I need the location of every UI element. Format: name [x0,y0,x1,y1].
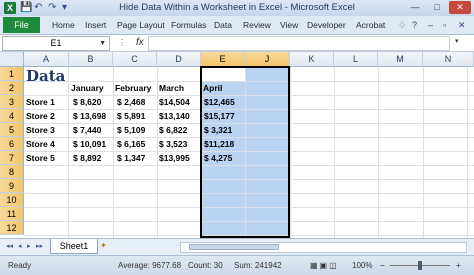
row-header-12[interactable]: 12 [0,221,24,235]
expand-formula-bar-icon[interactable]: ▾ [455,37,459,45]
january-value[interactable]: $ 10,091 [73,137,106,151]
column-header-b[interactable]: B [69,52,113,67]
january-value[interactable]: $ 13,698 [73,109,106,123]
row-header-3[interactable]: 3 [0,95,24,109]
window-title: Hide Data Within a Worksheet in Excel - … [119,2,355,13]
scrollbar-thumb[interactable] [189,244,279,250]
horizontal-scrollbar[interactable] [180,242,467,253]
header-january[interactable]: January [71,81,104,95]
january-value[interactable]: $ 8,892 [73,151,101,165]
status-sum: Sum: 241942 [234,261,282,270]
chevron-down-icon[interactable]: ▼ [99,37,106,50]
row-header-6[interactable]: 6 [0,137,24,151]
sheet-tab-bar: ◂◂ ◂ ▸ ▸▸ Sheet1 ✦ [0,238,474,255]
row-header-5[interactable]: 5 [0,123,24,137]
store-label[interactable]: Store 4 [26,137,55,151]
february-value[interactable]: $ 1,347 [117,151,145,165]
workbook-minimize-icon[interactable]: – [428,18,433,32]
minimize-button[interactable]: — [404,1,426,14]
tab-review[interactable]: Review [243,18,271,32]
tab-data[interactable]: Data [214,18,232,32]
column-header-c[interactable]: C [113,52,157,67]
insert-function-icon[interactable]: fx [136,36,144,49]
tab-home[interactable]: Home [52,18,75,32]
tab-insert[interactable]: Insert [85,18,106,32]
march-value[interactable]: $13,995 [159,151,190,165]
tab-view[interactable]: View [280,18,298,32]
row-header-2[interactable]: 2 [0,81,24,95]
column-header-m[interactable]: M [378,52,423,67]
select-all-corner[interactable] [0,52,24,67]
column-header-n[interactable]: N [423,52,474,67]
column-header-j[interactable]: J [245,52,290,67]
march-value[interactable]: $ 3,523 [159,137,187,151]
column-header-e[interactable]: E [201,52,245,67]
help-icon[interactable]: ? [412,18,417,32]
workbook-restore-icon[interactable]: ▫ [443,18,446,32]
close-button[interactable]: ✕ [449,1,471,14]
tab-acrobat[interactable]: Acrobat [356,18,385,32]
tab-developer[interactable]: Developer [307,18,346,32]
status-count: Count: 30 [188,261,223,270]
tab-file[interactable]: File [3,17,40,33]
zoom-level[interactable]: 100% [352,260,372,271]
january-value[interactable]: $ 7,440 [73,123,101,137]
zoom-slider-thumb[interactable] [418,261,422,270]
tab-formulas[interactable]: Formulas [171,18,206,32]
last-sheet-icon[interactable]: ▸▸ [36,242,43,250]
worksheet-grid[interactable]: A B C D E J K L M N 1 2 3 4 5 6 7 8 9 10… [0,52,474,238]
sheet-tab-sheet1[interactable]: Sheet1 [50,239,98,254]
march-value[interactable]: $14,504 [159,95,190,109]
store-label[interactable]: Store 3 [26,123,55,137]
row-header-11[interactable]: 11 [0,207,24,221]
formula-separator-icon: ⋮ [118,38,126,47]
name-box[interactable]: E1 ▼ [2,36,110,51]
name-box-value: E1 [50,38,62,48]
row-header-8[interactable]: 8 [0,165,24,179]
zoom-in-icon[interactable]: + [456,260,461,271]
march-value[interactable]: $ 6,822 [159,123,187,137]
selection-border [200,66,290,238]
workbook-close-icon[interactable]: ✕ [458,18,466,32]
ribbon-tab-bar: File Home Insert Page Layout Formulas Da… [0,16,474,35]
prev-sheet-icon[interactable]: ◂ [18,242,22,250]
sheet-title-cell[interactable]: Data [26,68,65,84]
formula-bar: E1 ▼ ⋮ fx ▾ [0,35,474,52]
row-header-4[interactable]: 4 [0,109,24,123]
column-header-k[interactable]: K [290,52,334,67]
status-mode: Ready [8,261,32,270]
status-bar: Ready Average: 9677.68 Count: 30 Sum: 24… [0,255,474,275]
column-header-a[interactable]: A [24,52,69,67]
column-header-l[interactable]: L [334,52,378,67]
header-february[interactable]: February [115,81,151,95]
february-value[interactable]: $ 2,468 [117,95,145,109]
status-average: Average: 9677.68 [118,261,182,270]
row-header-1[interactable]: 1 [0,67,24,81]
row-header-9[interactable]: 9 [0,179,24,193]
january-value[interactable]: $ 8,620 [73,95,101,109]
february-value[interactable]: $ 5,891 [117,109,145,123]
february-value[interactable]: $ 6,165 [117,137,145,151]
february-value[interactable]: $ 5,109 [117,123,145,137]
insert-sheet-icon[interactable]: ✦ [100,241,114,251]
ribbon-minimize-icon[interactable]: ♢ [398,18,406,32]
row-header-7[interactable]: 7 [0,151,24,165]
first-sheet-icon[interactable]: ◂◂ [6,242,13,250]
store-label[interactable]: Store 2 [26,109,55,123]
store-label[interactable]: Store 1 [26,95,55,109]
store-label[interactable]: Store 5 [26,151,55,165]
row-header-10[interactable]: 10 [0,193,24,207]
header-march[interactable]: March [159,81,184,95]
tab-page-layout[interactable]: Page Layout [117,18,165,32]
maximize-button[interactable]: □ [426,1,448,14]
march-value[interactable]: $13,140 [159,109,190,123]
column-header-d[interactable]: D [157,52,201,67]
formula-input[interactable] [148,36,450,51]
title-bar: X 💾 ↶ ↷ ▾ Hide Data Within a Worksheet i… [0,0,474,16]
next-sheet-icon[interactable]: ▸ [27,242,31,250]
view-buttons-icon[interactable]: ▦▣◫ [310,260,339,271]
zoom-out-icon[interactable]: − [380,260,385,271]
